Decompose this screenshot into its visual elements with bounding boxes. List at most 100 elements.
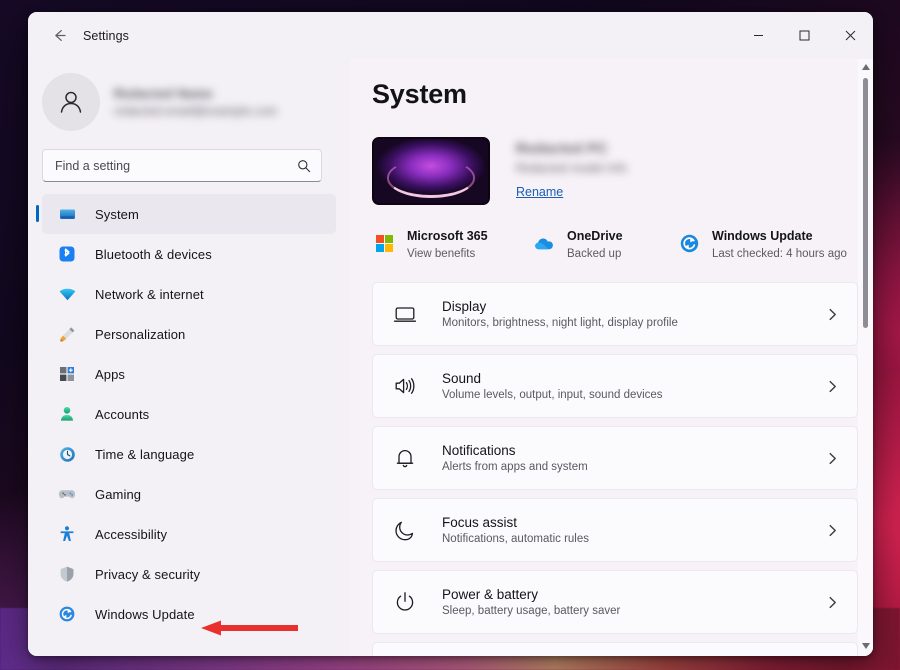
quick-link-windows-update[interactable]: Windows Update Last checked: 4 hours ago [677, 227, 847, 260]
settings-card-subtitle: Notifications, automatic rules [442, 533, 590, 545]
paintbrush-icon [56, 323, 78, 345]
settings-card-subtitle: Sleep, battery usage, battery saver [442, 605, 621, 617]
content-area: System Redacted PC Redacted model info R… [350, 59, 873, 656]
quick-link-onedrive[interactable]: OneDrive Backed up [532, 227, 677, 260]
quick-link-title: Windows Update [712, 229, 813, 243]
sidebar-item-label: Privacy & security [95, 566, 201, 582]
settings-card-partial[interactable] [372, 642, 858, 656]
clock-globe-icon [56, 443, 78, 465]
person-avatar-icon [42, 73, 100, 131]
settings-window: Settings Redacted Name redacted.email@ex… [28, 12, 873, 656]
sidebar-item-label: System [95, 206, 139, 222]
sidebar-item-accounts[interactable]: Accounts [42, 394, 336, 434]
shield-icon [56, 563, 78, 585]
quick-link-subtitle: Last checked: 4 hours ago [712, 248, 847, 260]
sidebar-item-privacy-security[interactable]: Privacy & security [42, 554, 336, 594]
settings-card-subtitle: Volume levels, output, input, sound devi… [442, 389, 663, 401]
sidebar-item-gaming[interactable]: Gaming [42, 474, 336, 514]
apps-grid-icon [56, 363, 78, 385]
sidebar-item-label: Network & internet [95, 286, 204, 302]
account-email: redacted.email@example.com [114, 105, 278, 118]
settings-card-title: Display [442, 299, 487, 314]
display-monitor-icon [392, 301, 418, 327]
settings-card-display[interactable]: Display Monitors, brightness, night ligh… [372, 282, 858, 346]
sidebar-item-label: Personalization [95, 326, 186, 342]
scroll-down-arrow-icon[interactable] [861, 642, 870, 652]
chevron-right-icon [825, 307, 840, 322]
accounts-person-icon [56, 403, 78, 425]
sidebar-item-personalization[interactable]: Personalization [42, 314, 336, 354]
settings-card-title: Focus assist [442, 515, 518, 530]
page-title: System [372, 79, 467, 109]
chevron-right-icon [825, 379, 840, 394]
maximize-button[interactable] [781, 12, 827, 59]
sidebar-item-label: Apps [95, 366, 126, 382]
sidebar-item-label: Accounts [95, 406, 150, 422]
search-box[interactable] [42, 149, 322, 182]
windows-bloom-wallpaper-thumbnail [372, 137, 490, 205]
search-icon [297, 159, 311, 173]
quick-link-title: OneDrive [567, 229, 623, 243]
rename-link[interactable]: Rename [516, 185, 563, 199]
gamepad-icon [56, 483, 78, 505]
windows-update-icon [677, 232, 701, 256]
quick-link-microsoft-365[interactable]: Microsoft 365 View benefits [372, 227, 532, 260]
settings-card-title: Power & battery [442, 587, 539, 602]
settings-cards: Display Monitors, brightness, night ligh… [372, 282, 858, 656]
speaker-icon [392, 373, 418, 399]
sidebar-item-time-language[interactable]: Time & language [42, 434, 336, 474]
chevron-right-icon [825, 451, 840, 466]
sidebar-item-label: Accessibility [95, 526, 168, 542]
account-name: Redacted Name [114, 86, 213, 101]
sidebar-item-label: Time & language [95, 446, 195, 462]
device-name: Redacted PC [516, 140, 608, 156]
windows-update-icon [56, 603, 78, 625]
device-row: Redacted PC Redacted model info Rename [372, 137, 858, 205]
close-button[interactable] [827, 12, 873, 59]
quick-link-subtitle: View benefits [407, 248, 476, 260]
device-info: Redacted PC Redacted model info Rename [516, 137, 627, 201]
account-row[interactable]: Redacted Name redacted.email@example.com [28, 59, 350, 135]
chevron-right-icon [825, 523, 840, 538]
moon-icon [392, 517, 418, 543]
settings-card-subtitle: Monitors, brightness, night light, displ… [442, 317, 678, 329]
bell-icon [392, 445, 418, 471]
chevron-right-icon [825, 595, 840, 610]
accessibility-person-icon [56, 523, 78, 545]
sidebar-item-system[interactable]: System [36, 194, 336, 234]
sidebar-item-apps[interactable]: Apps [42, 354, 336, 394]
account-text: Redacted Name redacted.email@example.com [114, 87, 277, 118]
scrollbar-thumb[interactable] [863, 78, 868, 328]
back-button[interactable] [42, 21, 76, 51]
window-body: Redacted Name redacted.email@example.com [28, 59, 873, 656]
sidebar-item-accessibility[interactable]: Accessibility [42, 514, 336, 554]
settings-card-notifications[interactable]: Notifications Alerts from apps and syste… [372, 426, 858, 490]
sidebar-item-label: Bluetooth & devices [95, 246, 212, 262]
device-model: Redacted model info [516, 163, 628, 175]
scrollbar-track[interactable] [858, 76, 873, 639]
settings-card-title: Notifications [442, 443, 516, 458]
search-wrap [28, 135, 350, 182]
sidebar-item-bluetooth-devices[interactable]: Bluetooth & devices [42, 234, 336, 274]
quick-link-subtitle: Backed up [567, 248, 622, 260]
sidebar-item-label: Gaming [95, 486, 142, 502]
sidebar-item-label: Windows Update [95, 606, 195, 622]
minimize-button[interactable] [735, 12, 781, 59]
onedrive-cloud-icon [532, 232, 556, 256]
quick-links-row: Microsoft 365 View benefits OneDrive Bac… [372, 227, 858, 260]
wifi-icon [56, 283, 78, 305]
monitor-icon [56, 203, 78, 225]
window-title: Settings [83, 28, 129, 43]
annotation-arrow-icon [201, 620, 298, 636]
content-scrollbar[interactable] [858, 59, 873, 656]
bluetooth-icon [56, 243, 78, 265]
settings-card-power-battery[interactable]: Power & battery Sleep, battery usage, ba… [372, 570, 858, 634]
quick-link-title: Microsoft 365 [407, 229, 488, 243]
settings-card-sound[interactable]: Sound Volume levels, output, input, soun… [372, 354, 858, 418]
settings-card-focus-assist[interactable]: Focus assist Notifications, automatic ru… [372, 498, 858, 562]
scroll-up-arrow-icon[interactable] [861, 63, 870, 73]
settings-card-title: Sound [442, 371, 482, 386]
sidebar: Redacted Name redacted.email@example.com [28, 59, 350, 656]
search-input[interactable] [55, 158, 297, 173]
sidebar-item-network-internet[interactable]: Network & internet [42, 274, 336, 314]
